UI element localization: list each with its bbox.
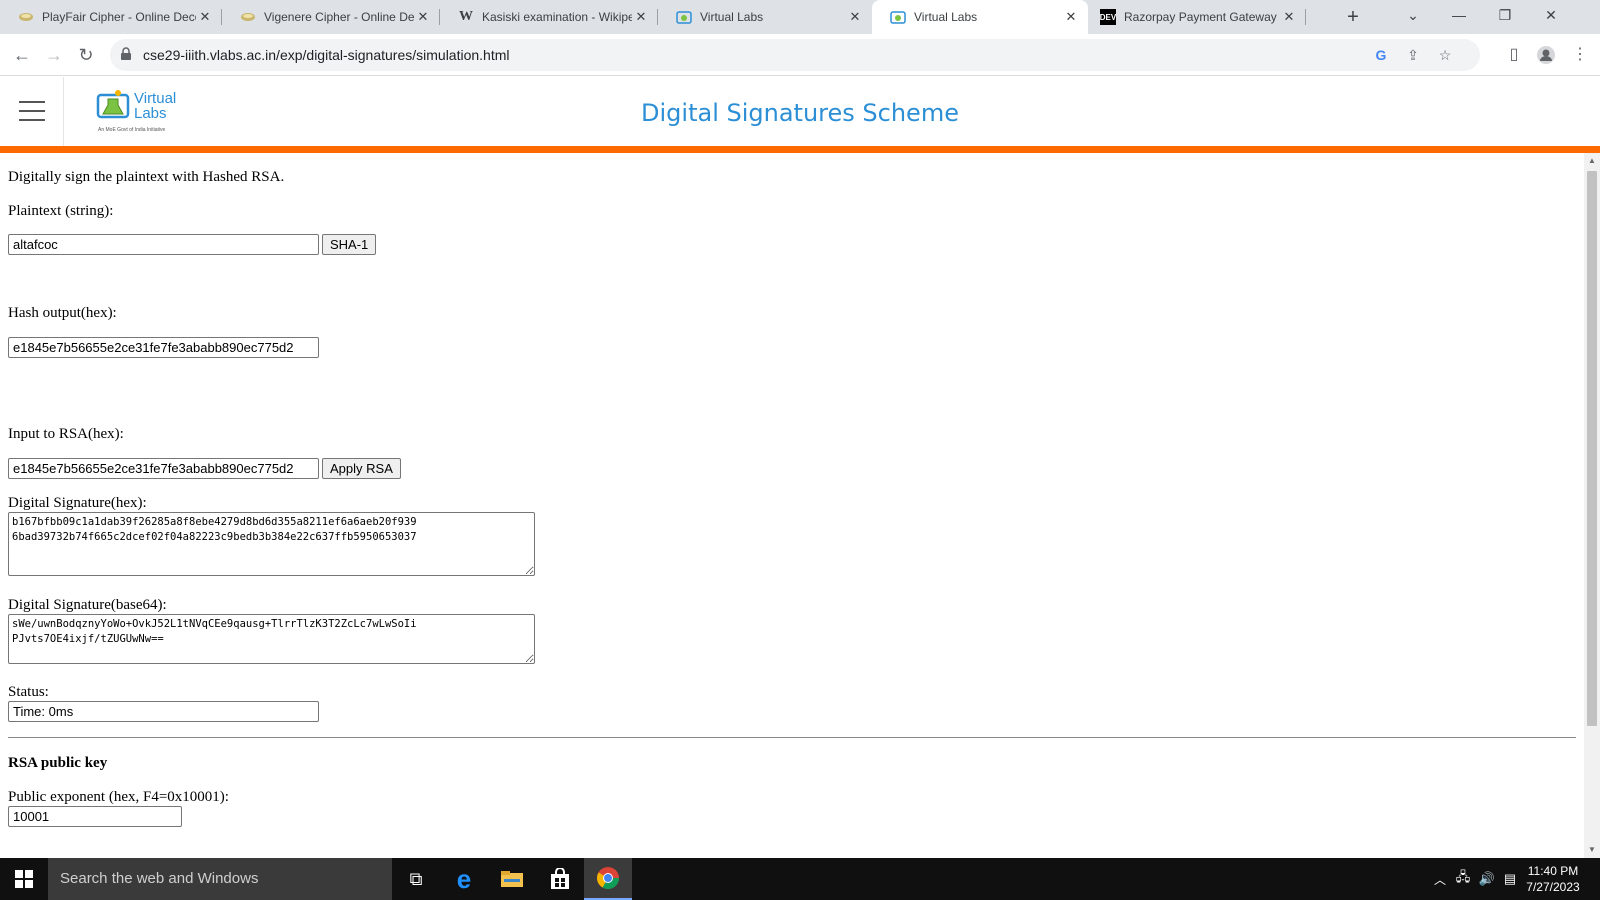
intro-text: Digitally sign the plaintext with Hashed… — [8, 169, 285, 185]
section-divider — [8, 737, 1576, 738]
close-icon[interactable]: ✕ — [196, 9, 214, 25]
tab-title: Kasiski examination - Wikiped — [482, 10, 632, 24]
rsa-input-label: Input to RSA(hex): — [8, 426, 124, 442]
tab-title: Vigenere Cipher - Online Dec — [264, 10, 414, 24]
vlabs-favicon-icon — [676, 9, 692, 25]
tab-virtual-labs-active[interactable]: Virtual Labs ✕ — [872, 0, 1088, 34]
close-icon[interactable]: ✕ — [846, 9, 864, 25]
forward-arrow-icon[interactable]: → — [42, 43, 66, 67]
public-exponent-label: Public exponent (hex, F4=0x10001): — [8, 789, 229, 805]
close-icon[interactable]: ✕ — [1280, 9, 1298, 25]
task-view-icon[interactable]: ⧉ — [392, 858, 440, 900]
lock-icon — [121, 47, 131, 60]
edge-browser-icon[interactable]: e — [440, 858, 488, 900]
volume-icon[interactable]: 🔊 — [1476, 858, 1498, 900]
vlabs-favicon-icon — [890, 9, 906, 25]
close-icon[interactable]: ✕ — [632, 9, 650, 25]
tab-kasiski[interactable]: W Kasiski examination - Wikiped ✕ — [440, 0, 658, 34]
clock-time: 11:40 PM — [1527, 864, 1579, 878]
status-field[interactable] — [8, 701, 319, 722]
taskbar-clock[interactable]: 11:40 PM 7/27/2023 — [1518, 863, 1588, 895]
close-icon[interactable]: ✕ — [414, 9, 432, 25]
signature-base64-textarea[interactable]: sWe/uwnBodqznyYoWo+OvkJ52L1tNVqCEe9qausg… — [8, 614, 535, 664]
bookmark-star-icon[interactable]: ☆ — [1436, 46, 1454, 64]
tab-title: Razorpay Payment Gateway I — [1124, 10, 1280, 24]
taskbar-search-box[interactable]: Search the web and Windows — [48, 858, 392, 900]
cipher-favicon-icon — [18, 9, 34, 25]
browser-tab-strip: PlayFair Cipher - Online Deco ✕ Vigenere… — [0, 0, 1600, 34]
windows-logo-icon — [15, 870, 33, 888]
tab-vigenere[interactable]: Vigenere Cipher - Online Dec ✕ — [222, 0, 440, 34]
signature-hex-label: Digital Signature(hex): — [8, 495, 147, 511]
file-explorer-icon[interactable] — [488, 858, 536, 900]
new-tab-button[interactable]: + — [1340, 4, 1366, 30]
apply-rsa-button[interactable]: Apply RSA — [322, 458, 401, 479]
restore-button[interactable]: ❐ — [1482, 0, 1528, 30]
windows-taskbar: Search the web and Windows ⧉ e ︿ 🖧 🔊 ▤ 1… — [0, 858, 1600, 900]
side-panel-icon[interactable]: ▯ — [1502, 43, 1526, 67]
store-icon[interactable] — [536, 858, 584, 900]
logo-subtext: An MoE Govt of India Initiative — [98, 127, 166, 133]
public-exponent-field[interactable] — [8, 806, 182, 827]
tab-playfair[interactable]: PlayFair Cipher - Online Deco ✕ — [0, 0, 222, 34]
sha1-button[interactable]: SHA-1 — [322, 234, 377, 255]
signature-hex-textarea[interactable]: b167bfbb09c1a1dab39f26285a8f8ebe4279d8bd… — [8, 512, 535, 576]
back-arrow-icon[interactable]: ← — [10, 43, 34, 67]
windows-start-button[interactable] — [0, 858, 48, 900]
reload-icon[interactable]: ↻ — [74, 43, 98, 67]
tab-virtual-labs-1[interactable]: Virtual Labs ✕ — [658, 0, 872, 34]
page-scrollbar[interactable]: ▲ ▼ — [1584, 153, 1600, 858]
menu-kebab-icon[interactable]: ⋮ — [1568, 43, 1592, 67]
dev-favicon-icon: DEV — [1100, 9, 1116, 25]
network-icon[interactable]: 🖧 — [1452, 858, 1474, 900]
plaintext-label: Plaintext (string): — [8, 203, 114, 219]
scroll-down-arrow-icon[interactable]: ▼ — [1588, 845, 1596, 854]
tab-title: PlayFair Cipher - Online Deco — [42, 10, 196, 24]
url-text[interactable]: cse29-iiith.vlabs.ac.in/exp/digital-sign… — [143, 47, 510, 63]
hash-output-field[interactable] — [8, 337, 319, 358]
share-icon[interactable]: ⇪ — [1404, 46, 1422, 64]
close-icon[interactable]: ✕ — [1062, 9, 1080, 25]
minimize-button[interactable]: — — [1436, 0, 1482, 30]
chrome-taskbar-icon[interactable] — [584, 858, 632, 900]
status-label: Status: — [8, 684, 49, 700]
tab-separator — [1305, 9, 1306, 25]
omnibox[interactable]: cse29-iiith.vlabs.ac.in/exp/digital-sign… — [110, 39, 1480, 71]
notifications-icon[interactable]: ▤ — [1500, 858, 1520, 900]
tab-razorpay[interactable]: DEV Razorpay Payment Gateway I ✕ — [1088, 0, 1306, 34]
scroll-up-arrow-icon[interactable]: ▲ — [1588, 156, 1596, 165]
site-header: Virtual Labs An MoE Govt of India Initia… — [0, 77, 1600, 146]
hash-output-label: Hash output(hex): — [8, 305, 117, 321]
tab-title: Virtual Labs — [914, 10, 978, 24]
cipher-favicon-icon — [240, 9, 256, 25]
simulation-content: Digitally sign the plaintext with Hashed… — [0, 153, 1584, 858]
wikipedia-favicon-icon: W — [459, 9, 473, 24]
address-toolbar: ← → ↻ cse29-iiith.vlabs.ac.in/exp/digita… — [0, 34, 1600, 76]
rsa-input-field[interactable] — [8, 458, 319, 479]
scrollbar-thumb[interactable] — [1587, 171, 1597, 726]
rsa-public-key-heading: RSA public key — [8, 755, 108, 771]
plaintext-input[interactable] — [8, 234, 319, 255]
show-hidden-icons-chevron-icon[interactable]: ︿ — [1430, 858, 1450, 900]
tab-search-chevron-icon[interactable]: ⌄ — [1390, 0, 1436, 30]
signature-base64-label: Digital Signature(base64): — [8, 597, 167, 613]
profile-avatar-icon[interactable] — [1534, 43, 1558, 67]
close-window-button[interactable]: ✕ — [1528, 0, 1574, 30]
page-title: Digital Signatures Scheme — [641, 99, 959, 127]
tab-title: Virtual Labs — [700, 10, 764, 24]
clock-date: 7/27/2023 — [1526, 880, 1580, 894]
accent-bar — [0, 146, 1600, 153]
google-icon[interactable]: G — [1372, 46, 1390, 64]
